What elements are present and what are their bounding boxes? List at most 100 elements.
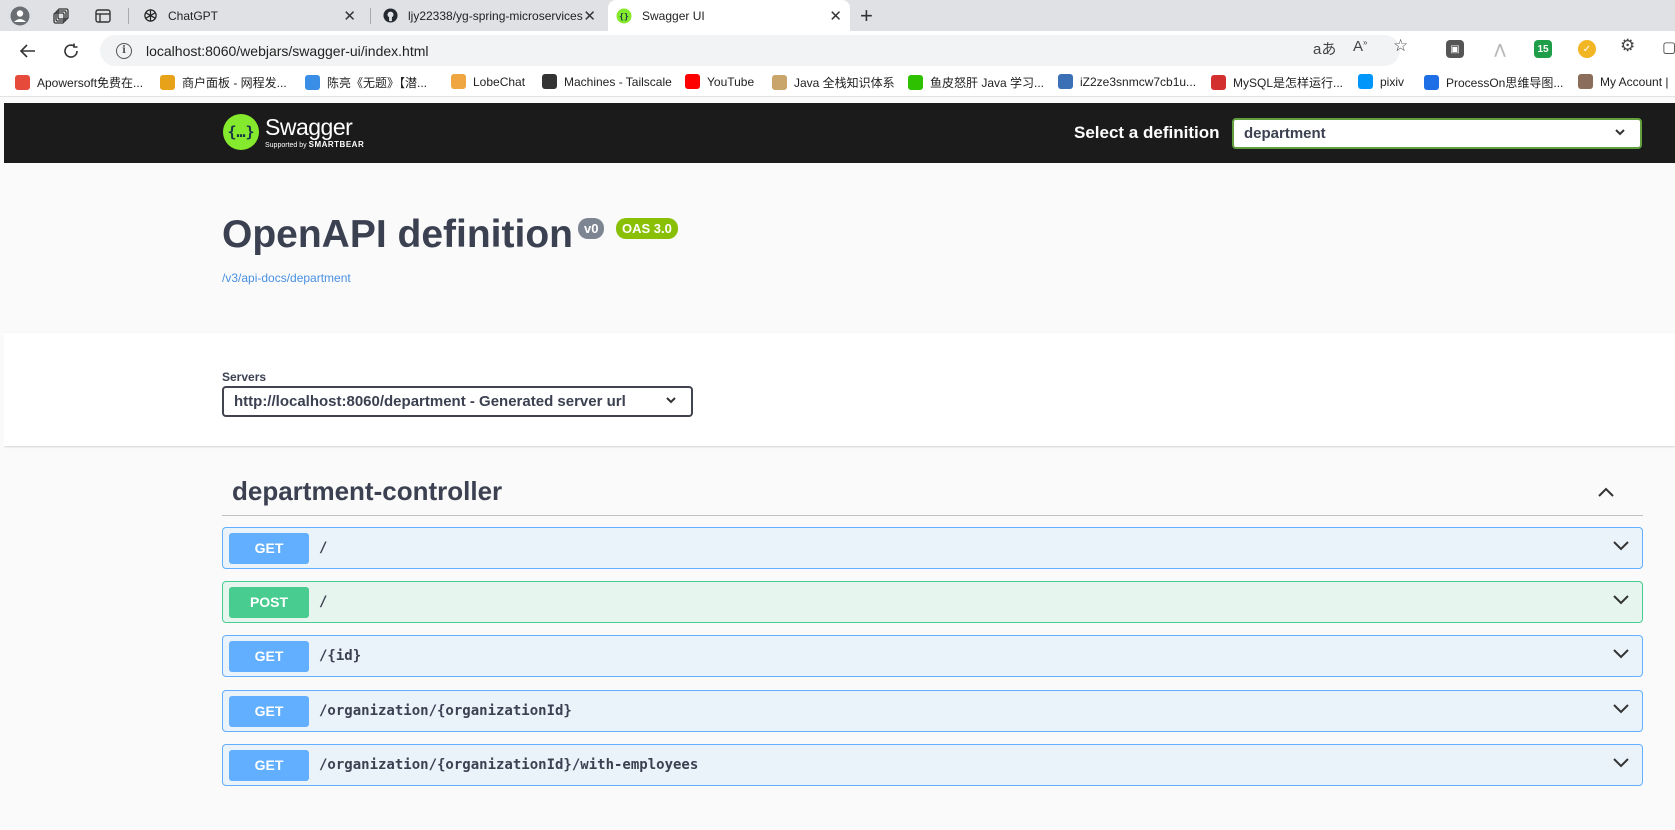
tab-chatgpt[interactable]: ChatGPT ✕ [134,0,364,31]
bookmark-favicon-icon [772,75,787,90]
tab-separator [128,8,129,24]
extensions-puzzle-icon[interactable]: ⚙ [1620,36,1635,56]
bookmark-item[interactable]: LobeChat [451,74,525,89]
api-docs-link[interactable]: /v3/api-docs/department [222,271,351,285]
method-badge: GET [229,749,309,781]
version-badge: v0 [578,218,605,239]
page-viewport: {…} Swagger Supported by SMARTBEAR Selec… [4,103,1675,830]
swagger-logo[interactable]: {…} Swagger Supported by SMARTBEAR [223,114,364,150]
read-aloud-icon[interactable]: A» [1353,38,1367,55]
bookmark-item[interactable]: 陈亮《无题》【潜... [305,74,427,91]
method-badge: GET [229,640,309,672]
extension-a-icon[interactable]: ⋀ [1491,40,1509,58]
servers-section: Servers http://localhost:8060/department… [4,333,1675,446]
url-bar[interactable]: i localhost:8060/webjars/swagger-ui/inde… [100,35,1400,66]
tab-actions-icon[interactable] [92,5,114,27]
tab-title: ljy22338/yg-spring-microservices [408,8,583,23]
bookmark-favicon-icon [685,74,700,89]
definition-select-value: department [1244,125,1326,142]
new-tab-icon[interactable]: + [860,3,873,29]
select-definition-label: Select a definition [1074,123,1220,142]
bookmark-favicon-icon [1058,74,1073,89]
chevron-down-icon[interactable] [1612,701,1630,719]
chevron-up-icon[interactable] [1597,482,1615,503]
bookmark-favicon-icon [1358,74,1373,89]
workspaces-icon[interactable] [51,5,73,27]
method-badge: POST [229,586,309,618]
translate-icon[interactable]: aあ [1313,38,1336,59]
bookmark-favicon-icon [15,75,30,90]
bookmark-item[interactable]: 鱼皮怒肝 Java 学习... [908,74,1044,91]
svg-text:{}: {} [619,12,629,21]
operation-get-id[interactable]: GET /{id} [222,635,1643,677]
close-icon[interactable]: ✕ [343,7,356,25]
tab-bar: ChatGPT ✕ ljy22338/yg-spring-microservic… [0,0,1675,31]
swagger-favicon-icon: {} [616,8,632,24]
bookmark-favicon-icon [908,75,923,90]
bookmark-item[interactable]: pixiv [1358,74,1404,89]
bookmark-item[interactable]: 商户面板 - 网程发... [160,74,287,91]
chevron-down-icon[interactable] [1612,755,1630,773]
bookmark-favicon-icon [160,75,175,90]
swagger-brand-sub: Supported by SMARTBEAR [265,139,365,149]
tag-title[interactable]: department-controller [232,476,502,507]
operation-post-root[interactable]: POST / [222,581,1643,623]
extension-orange-icon[interactable]: ✓ [1578,40,1596,58]
tab-title: ChatGPT [168,8,219,23]
operation-get-organization[interactable]: GET /organization/{organizationId} [222,690,1643,732]
bookmark-favicon-icon [1211,75,1226,90]
chatgpt-icon [142,8,158,24]
method-badge: GET [229,695,309,727]
chevron-down-icon[interactable] [1612,646,1630,664]
chevron-down-icon [665,393,677,409]
url-text[interactable]: localhost:8060/webjars/swagger-ui/index.… [146,43,428,59]
server-select-value: http://localhost:8060/department - Gener… [234,393,626,410]
close-icon[interactable]: ✕ [583,7,596,25]
bookmark-item[interactable]: iZ2ze3snmcw7cb1u... [1058,74,1196,89]
bookmark-favicon-icon [1578,74,1593,89]
bookmark-favicon-icon [305,75,320,90]
chevron-down-icon [1614,125,1626,141]
refresh-icon[interactable] [58,39,84,63]
close-icon[interactable]: ✕ [829,7,842,25]
server-select[interactable]: http://localhost:8060/department - Gener… [222,386,693,417]
bookmark-favicon-icon [1424,75,1439,90]
bookmark-favicon-icon [451,74,466,89]
servers-label: Servers [222,370,267,384]
bookmark-item[interactable]: Java 全栈知识体系 [772,74,895,91]
address-bar: i localhost:8060/webjars/swagger-ui/inde… [0,31,1675,70]
swagger-topbar: {…} Swagger Supported by SMARTBEAR Selec… [4,103,1675,163]
operation-get-organization-with-employees[interactable]: GET /organization/{organizationId}/with-… [222,744,1643,786]
operation-path: /{id} [319,648,362,664]
bookmark-item[interactable]: My Account | [1578,74,1668,89]
bookmark-item[interactable]: YouTube [685,74,754,89]
chevron-down-icon[interactable] [1612,538,1630,556]
favorite-star-icon[interactable]: ☆ [1393,36,1408,56]
tag-header[interactable]: department-controller [222,476,1643,516]
tab-separator [370,8,371,24]
operation-path: /organization/{organizationId} [319,703,572,719]
bookmarks-bar: Apowersoft免费在... 商户面板 - 网程发... 陈亮《无题》【潜.… [0,70,1675,97]
bookmark-item[interactable]: Machines - Tailscale [542,74,672,89]
definition-select[interactable]: department [1232,118,1642,149]
operation-path: / [319,594,328,610]
split-screen-icon[interactable]: ▢ [1662,38,1675,56]
page-title: OpenAPI definition [222,213,573,256]
operation-get-root[interactable]: GET / [222,527,1643,569]
tab-swagger-ui[interactable]: {} Swagger UI ✕ [608,0,850,31]
method-badge: GET [229,532,309,564]
bookmark-favicon-icon [542,74,557,89]
bookmark-item[interactable]: Apowersoft免费在... [15,74,143,91]
tab-title: Swagger UI [642,8,705,23]
chevron-down-icon[interactable] [1612,592,1630,610]
extension-screen-icon[interactable]: ▣ [1446,40,1464,58]
swagger-logo-icon: {…} [223,114,259,150]
site-info-icon[interactable]: i [116,42,132,59]
tab-github[interactable]: ljy22338/yg-spring-microservices ✕ [374,0,604,31]
profile-icon[interactable] [9,5,31,27]
bookmark-item[interactable]: MySQL是怎样运行... [1211,74,1343,91]
swagger-brand: Swagger [265,113,353,140]
bookmark-item[interactable]: ProcessOn思维导图... [1424,74,1563,91]
back-icon[interactable] [15,39,41,63]
extension-shield-icon[interactable]: 15 [1534,40,1552,58]
